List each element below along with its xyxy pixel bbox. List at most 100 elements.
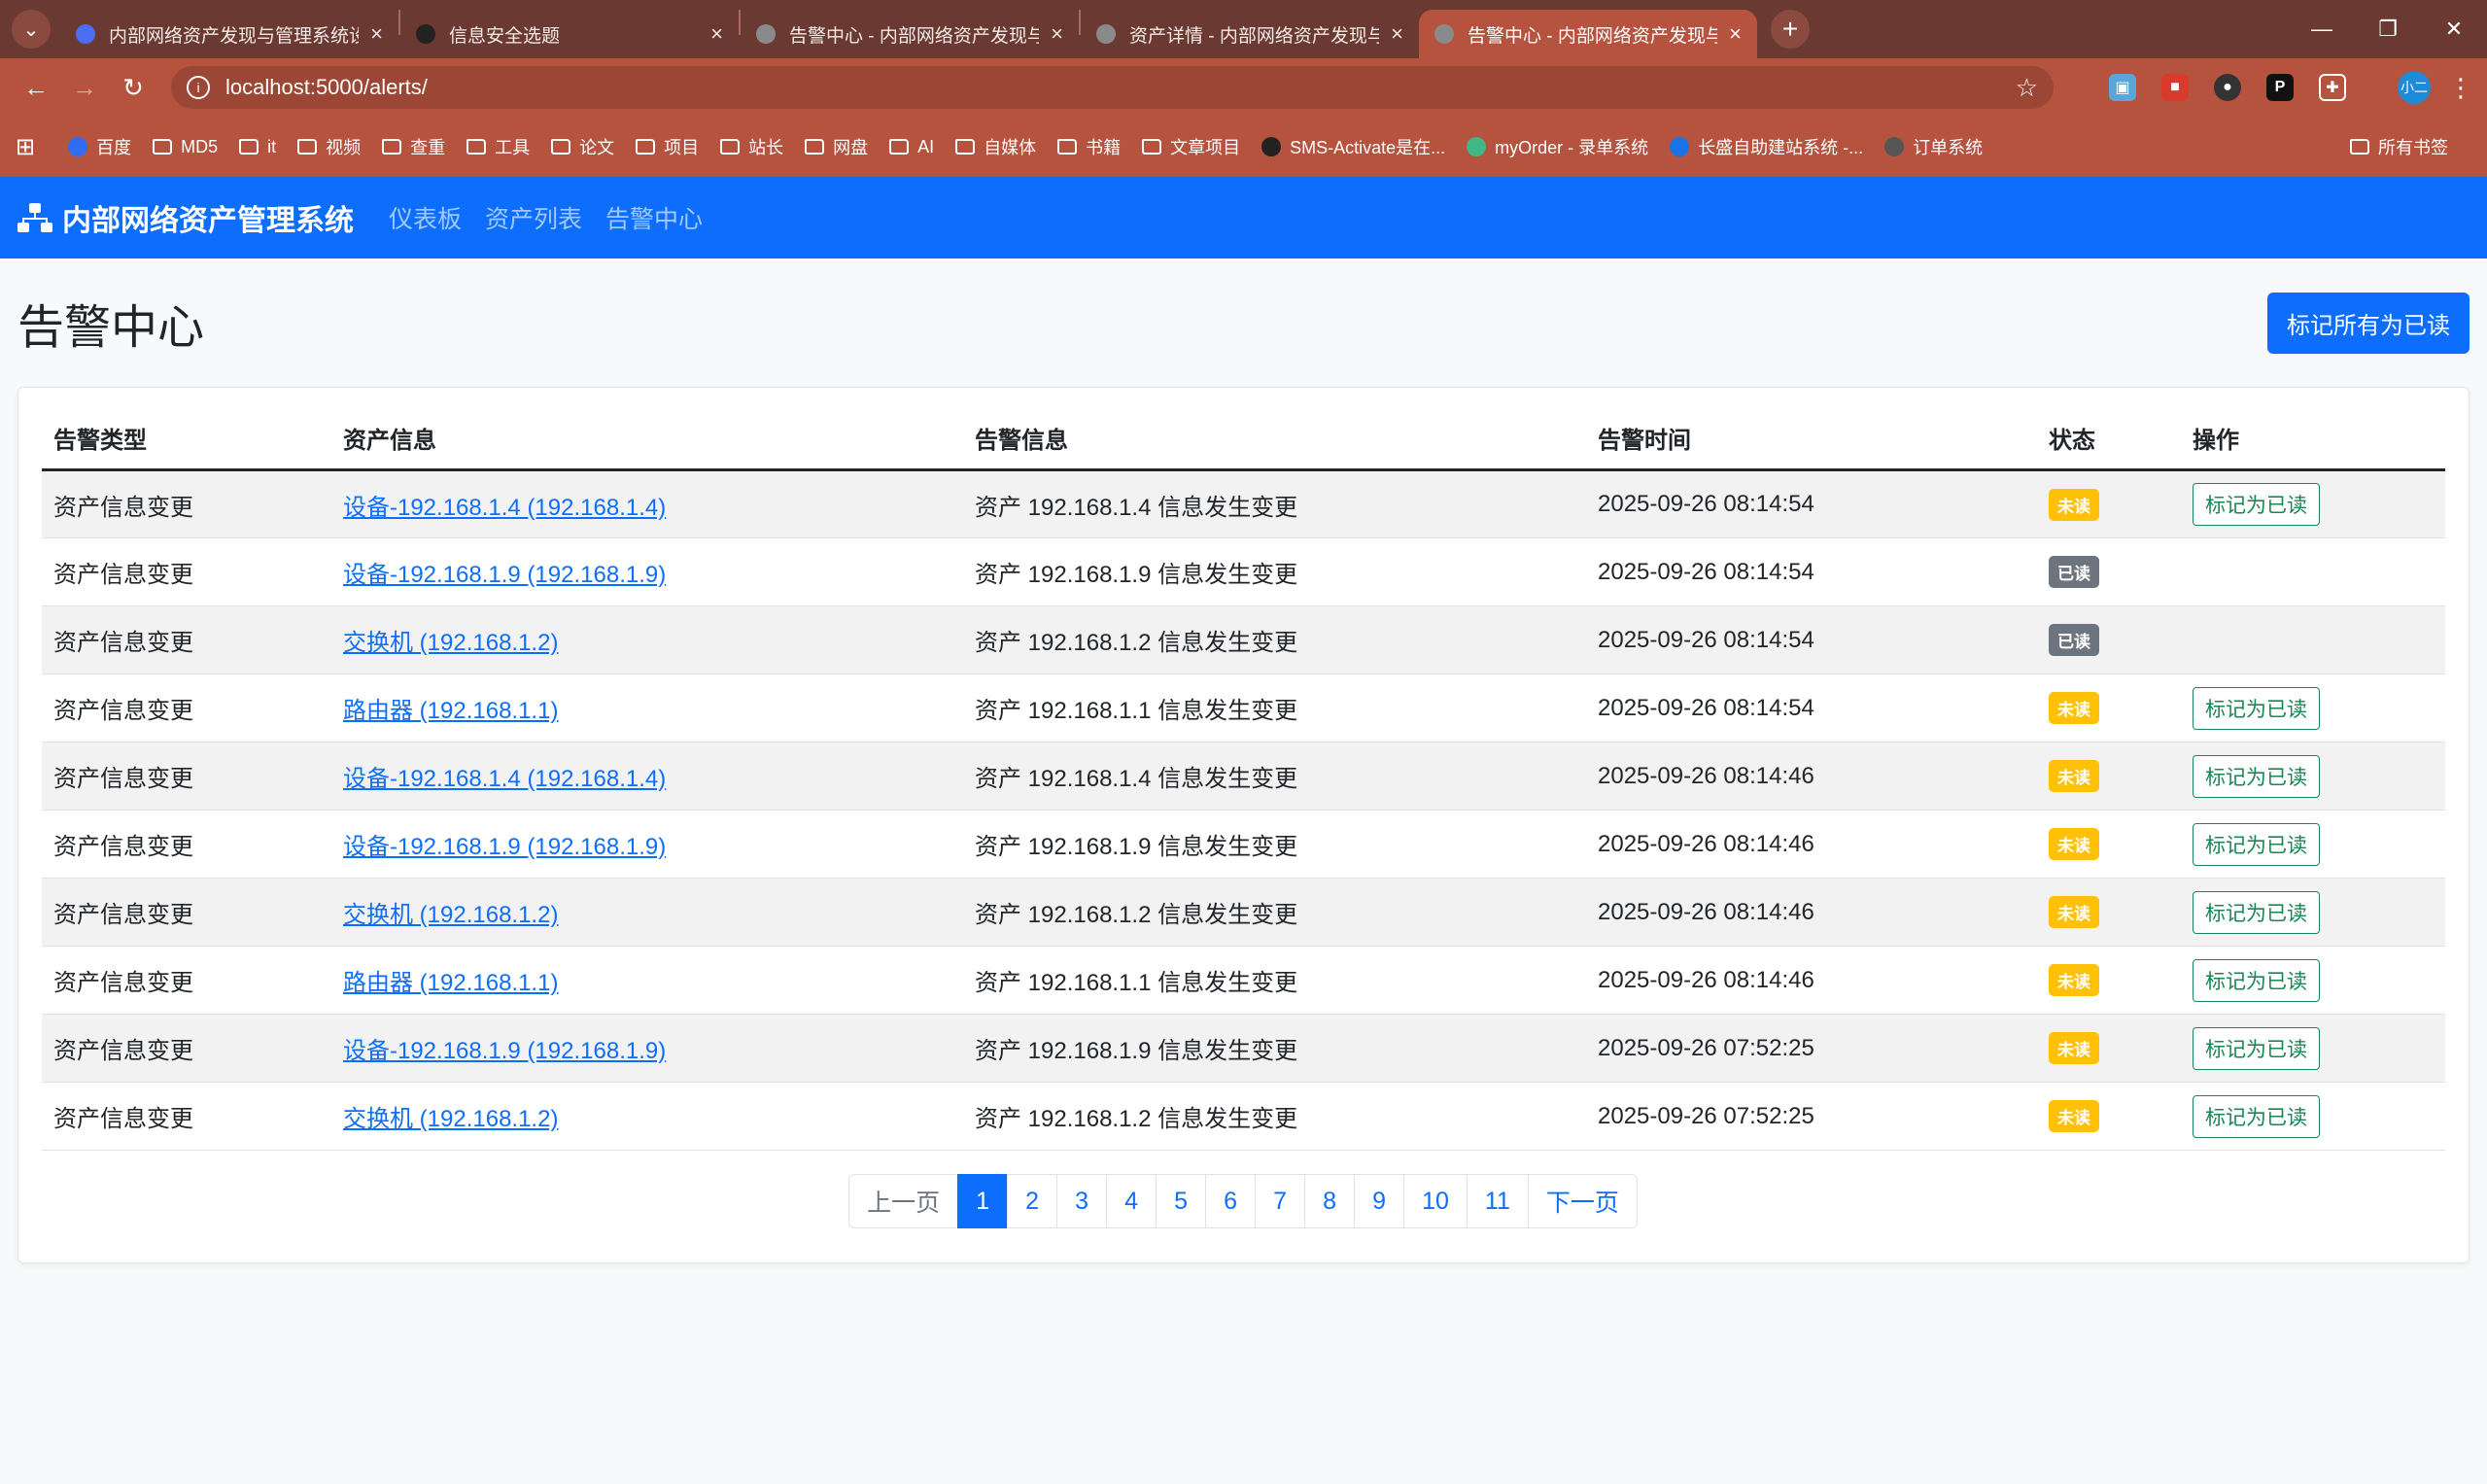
bookmark-item[interactable]: MD5: [153, 137, 218, 157]
alert-time-cell: 2025-09-26 08:14:54: [1586, 605, 2037, 674]
extension-red-icon[interactable]: ■: [2161, 74, 2189, 101]
bookmark-star-icon[interactable]: ☆: [2016, 73, 2038, 103]
status-cell: 未读: [2037, 1082, 2181, 1151]
bookmark-item[interactable]: 长盛自助建站系统 -...: [1670, 134, 1863, 159]
pagination-page[interactable]: 2: [1007, 1174, 1058, 1228]
pagination-page[interactable]: 10: [1403, 1174, 1468, 1228]
bookmark-item[interactable]: it: [239, 137, 276, 157]
bookmark-label: 百度: [96, 138, 132, 157]
pagination-page[interactable]: 3: [1056, 1174, 1108, 1228]
bookmark-item[interactable]: 视频: [297, 134, 361, 159]
extension-github-icon[interactable]: ●: [2214, 74, 2241, 101]
asset-link[interactable]: 设备-192.168.1.4 (192.168.1.4): [343, 766, 666, 792]
pagination-page[interactable]: 7: [1255, 1174, 1306, 1228]
close-tab-icon[interactable]: ×: [1391, 21, 1403, 47]
bookmark-item[interactable]: 论文: [551, 134, 614, 159]
asset-link[interactable]: 设备-192.168.1.9 (192.168.1.9): [343, 834, 666, 860]
browser-tab[interactable]: 告警中心 - 内部网络资产发现与 ×: [741, 10, 1079, 58]
asset-link[interactable]: 设备-192.168.1.4 (192.168.1.4): [343, 495, 666, 521]
bookmark-item[interactable]: 网盘: [805, 134, 868, 159]
nav-asset-list[interactable]: 资产列表: [485, 200, 582, 235]
mark-read-button[interactable]: 标记为已读: [2193, 1094, 2320, 1138]
asset-link[interactable]: 路由器 (192.168.1.1): [343, 698, 558, 724]
folder-icon: [720, 139, 741, 155]
mark-read-button[interactable]: 标记为已读: [2193, 754, 2320, 798]
bookmark-item[interactable]: SMS-Activate是在...: [1261, 134, 1445, 159]
status-badge: 未读: [2049, 760, 2099, 792]
extension-image-icon[interactable]: ▣: [2109, 74, 2136, 101]
asset-link[interactable]: 路由器 (192.168.1.1): [343, 970, 558, 996]
bookmark-item[interactable]: 站长: [720, 134, 783, 159]
mark-read-button[interactable]: 标记为已读: [2193, 890, 2320, 934]
browser-tab[interactable]: 告警中心 - 内部网络资产发现与 ×: [1419, 10, 1757, 58]
bookmark-item[interactable]: 文章项目: [1142, 134, 1240, 159]
bookmark-label: 查重: [410, 138, 446, 157]
extension-p-icon[interactable]: P: [2266, 74, 2294, 101]
pagination-page[interactable]: 11: [1466, 1174, 1529, 1228]
bookmark-item[interactable]: AI: [889, 137, 934, 157]
mark-all-read-button[interactable]: 标记所有为已读: [2267, 292, 2470, 354]
site-info-icon[interactable]: i: [187, 76, 210, 99]
brand-link[interactable]: 内部网络资产管理系统: [17, 196, 354, 239]
bookmark-item[interactable]: 自媒体: [955, 134, 1036, 159]
mark-read-button[interactable]: 标记为已读: [2193, 483, 2320, 526]
close-tab-icon[interactable]: ×: [370, 21, 383, 47]
asset-link[interactable]: 交换机 (192.168.1.2): [343, 1106, 558, 1132]
page-title: 告警中心: [17, 302, 205, 354]
asset-link[interactable]: 交换机 (192.168.1.2): [343, 902, 558, 928]
pagination-next[interactable]: 下一页: [1527, 1174, 1638, 1228]
tab-search-button[interactable]: ⌄: [12, 10, 51, 49]
column-header: 告警信息: [963, 405, 1586, 471]
extensions-puzzle-icon[interactable]: ✚: [2319, 74, 2346, 101]
close-tab-icon[interactable]: ×: [1051, 21, 1063, 47]
back-button[interactable]: ←: [14, 65, 58, 110]
alert-message-cell: 资产 192.168.1.1 信息发生变更: [963, 946, 1586, 1015]
column-header: 状态: [2037, 405, 2181, 471]
pagination-page[interactable]: 8: [1304, 1174, 1356, 1228]
close-tab-icon[interactable]: ×: [1729, 21, 1742, 47]
pagination-page[interactable]: 1: [957, 1174, 1009, 1228]
restore-icon[interactable]: ❐: [2355, 17, 2421, 42]
bookmark-item[interactable]: 订单系统: [1884, 134, 1983, 159]
asset-link[interactable]: 交换机 (192.168.1.2): [343, 630, 558, 656]
pagination-page[interactable]: 9: [1354, 1174, 1405, 1228]
forward-button[interactable]: →: [62, 65, 107, 110]
mark-read-button[interactable]: 标记为已读: [2193, 822, 2320, 866]
profile-avatar[interactable]: 小二: [2398, 71, 2431, 104]
nav-alert-center[interactable]: 告警中心: [605, 200, 703, 235]
more-menu-icon[interactable]: ⋮: [2448, 73, 2473, 103]
bookmark-item[interactable]: 项目: [636, 134, 699, 159]
mark-read-button[interactable]: 标记为已读: [2193, 686, 2320, 730]
all-bookmarks[interactable]: 所有书签: [2350, 134, 2470, 159]
pagination-prev[interactable]: 上一页: [848, 1174, 959, 1228]
nav-dashboard[interactable]: 仪表板: [389, 200, 462, 235]
browser-tab[interactable]: 信息安全选题 ×: [400, 10, 739, 58]
asset-link[interactable]: 设备-192.168.1.9 (192.168.1.9): [343, 1038, 666, 1064]
minimize-icon[interactable]: —: [2289, 17, 2355, 42]
address-bar[interactable]: i localhost:5000/alerts/ ☆: [171, 66, 2054, 109]
bookmark-item[interactable]: 书籍: [1057, 134, 1121, 159]
apps-grid-icon[interactable]: ⊞: [16, 133, 35, 161]
bookmark-item[interactable]: myOrder - 录单系统: [1467, 134, 1648, 159]
mark-read-button[interactable]: 标记为已读: [2193, 1026, 2320, 1070]
reload-button[interactable]: ↻: [111, 65, 155, 110]
table-row: 资产信息变更 交换机 (192.168.1.2) 资产 192.168.1.2 信息…: [42, 1082, 2445, 1151]
favicon-icon: [1096, 24, 1116, 44]
bookmark-item[interactable]: 百度: [68, 134, 131, 159]
window-controls: — ❐ ✕: [2289, 0, 2487, 58]
browser-tab[interactable]: 资产详情 - 内部网络资产发现与 ×: [1081, 10, 1419, 58]
new-tab-button[interactable]: +: [1771, 10, 1810, 49]
pagination-page[interactable]: 6: [1205, 1174, 1257, 1228]
pagination-page[interactable]: 5: [1156, 1174, 1207, 1228]
pagination-page[interactable]: 4: [1106, 1174, 1157, 1228]
url-text[interactable]: localhost:5000/alerts/: [225, 75, 2016, 100]
mark-read-button[interactable]: 标记为已读: [2193, 958, 2320, 1002]
close-window-icon[interactable]: ✕: [2421, 17, 2487, 42]
bookmark-item[interactable]: 工具: [466, 134, 530, 159]
close-tab-icon[interactable]: ×: [710, 21, 723, 47]
favicon-icon: [756, 24, 776, 44]
bookmark-item[interactable]: 查重: [382, 134, 445, 159]
tab-list: 内部网络资产发现与管理系统设计 × 信息安全选题 × 告警中心 - 内部网络资产发现与 ×…: [60, 0, 1757, 58]
asset-link[interactable]: 设备-192.168.1.9 (192.168.1.9): [343, 562, 666, 588]
browser-tab[interactable]: 内部网络资产发现与管理系统设计 ×: [60, 10, 398, 58]
